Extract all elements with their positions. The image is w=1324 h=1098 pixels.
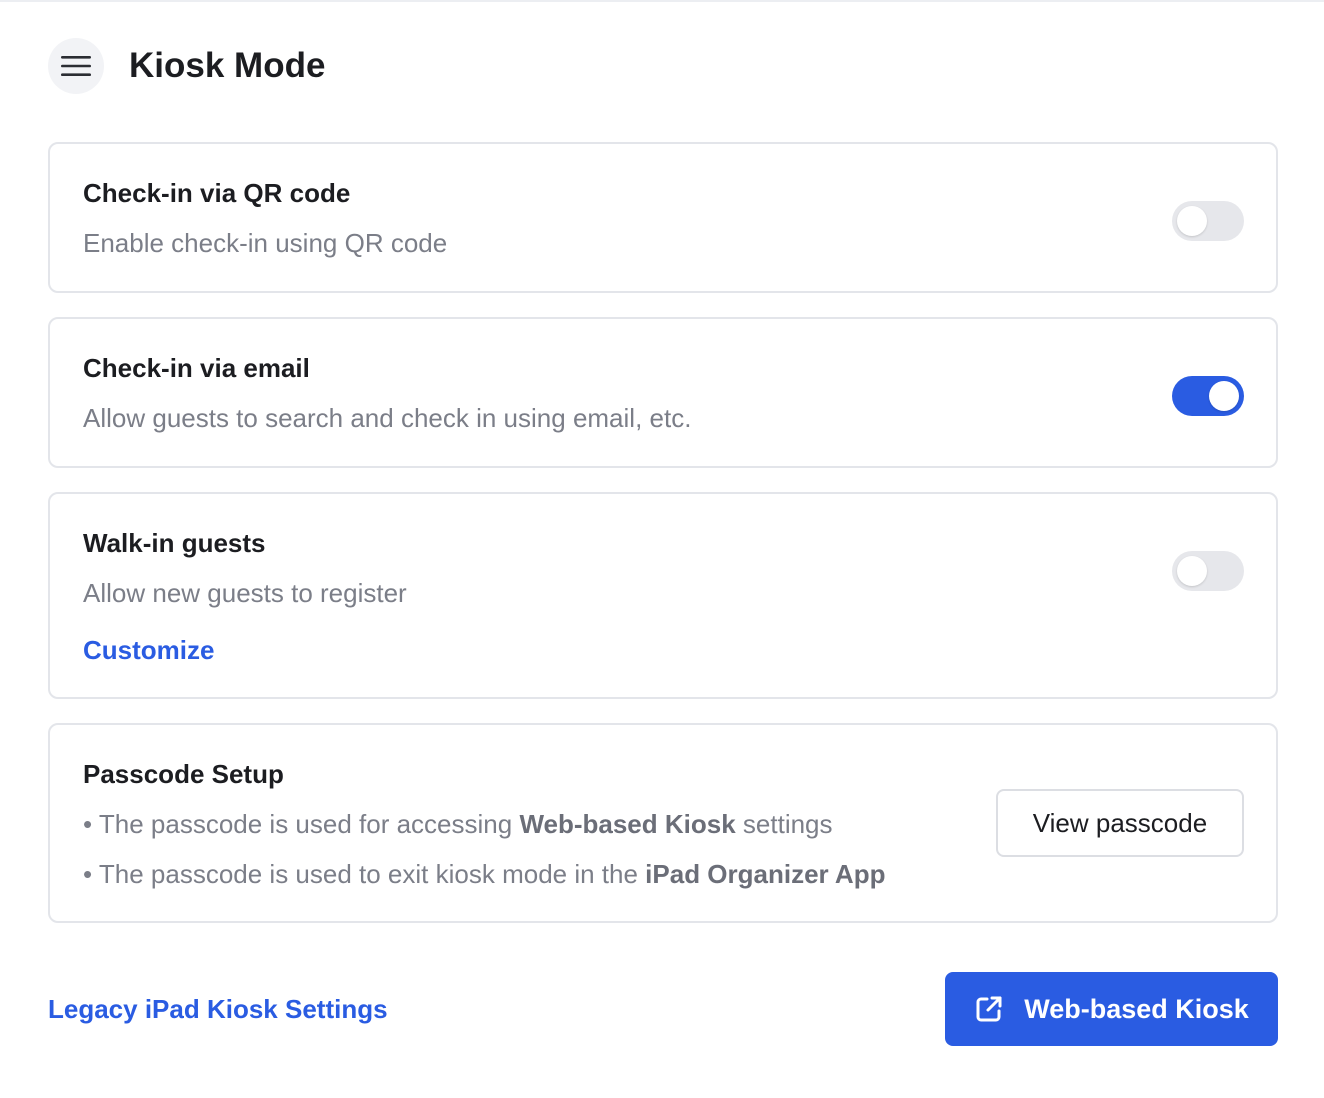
bullet-text-suffix: settings	[735, 809, 833, 839]
qr-checkin-card: Check-in via QR code Enable check-in usi…	[48, 142, 1278, 293]
toggle-knob	[1177, 206, 1207, 236]
email-checkin-description: Allow guests to search and check in usin…	[83, 403, 692, 433]
passcode-bullet-ipad-app: • The passcode is used to exit kiosk mod…	[83, 859, 885, 890]
email-checkin-toggle[interactable]	[1172, 376, 1244, 416]
bullet-text: The passcode is used to exit kiosk mode …	[98, 859, 646, 889]
qr-checkin-description: Enable check-in using QR code	[83, 228, 448, 258]
qr-checkin-title: Check-in via QR code	[83, 178, 351, 208]
page-title: Kiosk Mode	[129, 46, 326, 85]
menu-button[interactable]	[48, 38, 104, 94]
walkin-guests-toggle[interactable]	[1172, 551, 1244, 591]
web-based-kiosk-button[interactable]: Web-based Kiosk	[945, 972, 1278, 1046]
passcode-setup-card: Passcode Setup • The passcode is used fo…	[48, 723, 1278, 923]
bullet-bold-text: Web-based Kiosk	[519, 809, 736, 839]
bullet-dot: •	[83, 809, 93, 839]
hamburger-menu-icon	[61, 56, 91, 76]
walkin-guests-card: Walk-in guests Allow new guests to regis…	[48, 492, 1278, 699]
bullet-bold-text: iPad Organizer App	[645, 859, 886, 889]
customize-link[interactable]: Customize	[83, 635, 214, 666]
bullet-dot: •	[83, 859, 93, 889]
legacy-ipad-kiosk-settings-link[interactable]: Legacy iPad Kiosk Settings	[48, 994, 388, 1025]
passcode-setup-title: Passcode Setup	[83, 759, 284, 789]
bullet-text: The passcode is used for accessing	[98, 809, 520, 839]
email-checkin-title: Check-in via email	[83, 353, 310, 383]
view-passcode-button[interactable]: View passcode	[996, 789, 1244, 857]
toggle-knob	[1209, 381, 1239, 411]
web-based-kiosk-label: Web-based Kiosk	[1024, 993, 1249, 1024]
walkin-guests-description: Allow new guests to register	[83, 578, 407, 608]
qr-checkin-toggle[interactable]	[1172, 201, 1244, 241]
page-header: Kiosk Mode	[48, 38, 325, 94]
toggle-knob	[1177, 556, 1207, 586]
top-divider	[0, 0, 1324, 2]
passcode-bullet-web-kiosk: • The passcode is used for accessing Web…	[83, 809, 833, 840]
email-checkin-card: Check-in via email Allow guests to searc…	[48, 317, 1278, 468]
walkin-guests-title: Walk-in guests	[83, 528, 266, 558]
external-link-icon	[974, 994, 1004, 1024]
